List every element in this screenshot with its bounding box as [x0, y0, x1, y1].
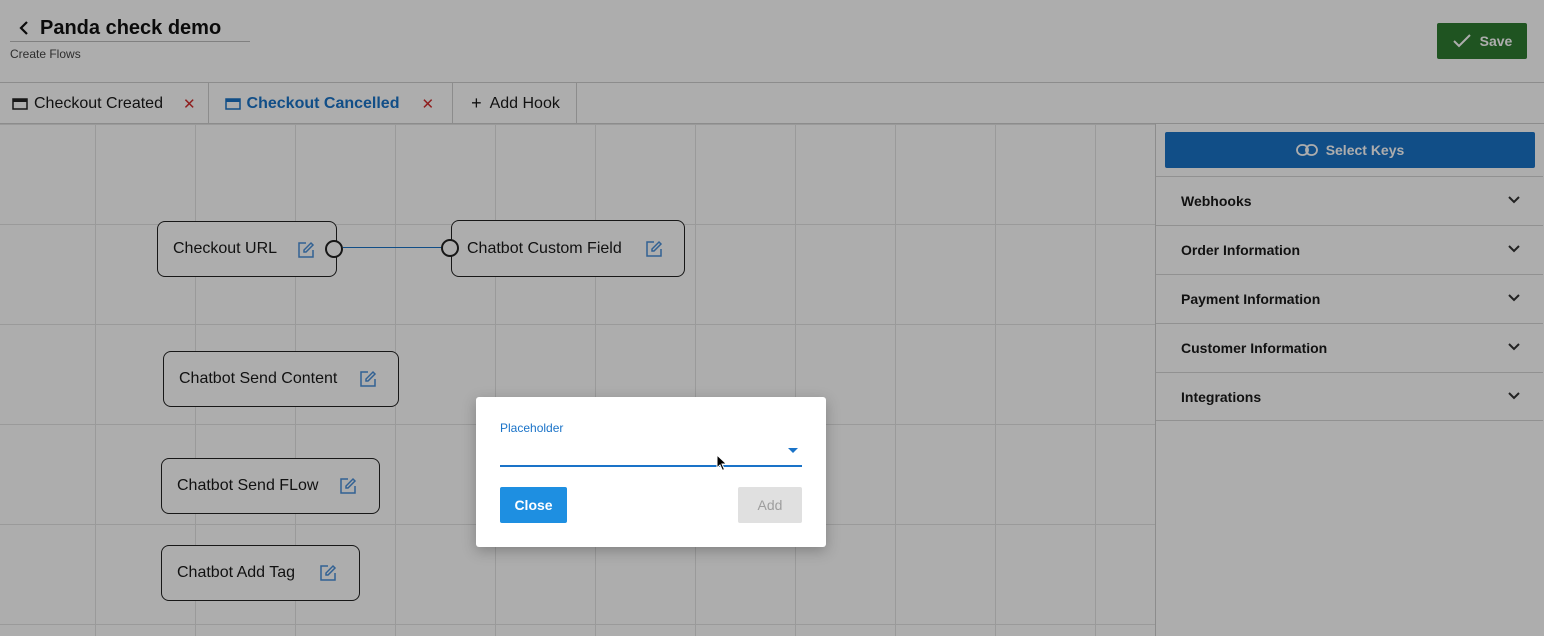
close-button[interactable]: Close — [500, 487, 567, 523]
select-field-label: Placeholder — [500, 421, 564, 435]
mouse-cursor-icon — [716, 454, 728, 472]
placeholder-select[interactable] — [500, 437, 802, 467]
add-button[interactable]: Add — [738, 487, 802, 523]
dropdown-arrow-icon — [788, 448, 798, 453]
add-key-dialog: Placeholder Close Add — [476, 397, 826, 547]
